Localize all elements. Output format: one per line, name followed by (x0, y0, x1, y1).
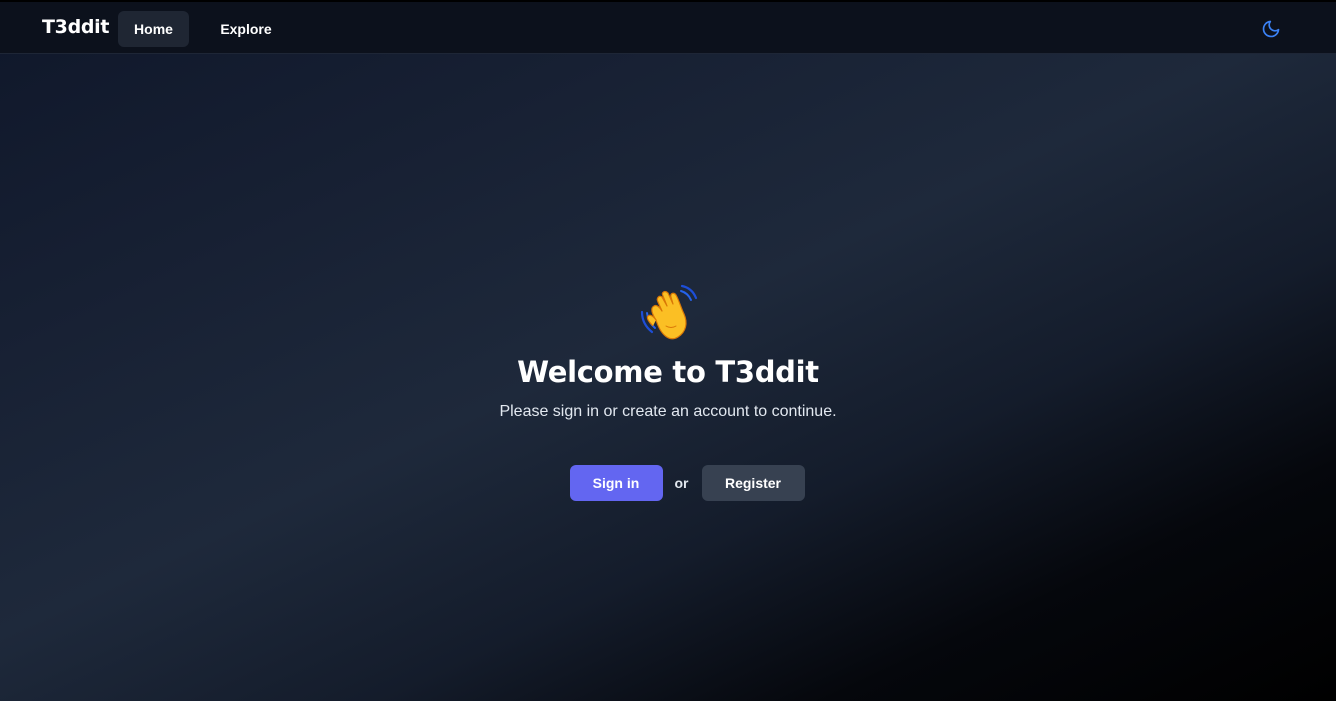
or-separator: or (674, 475, 689, 491)
waving-hand-icon (640, 284, 698, 340)
welcome-section: Welcome to T3ddit Please sign in or crea… (0, 280, 1336, 421)
nav-item-home[interactable]: Home (118, 11, 189, 47)
page-subtitle: Please sign in or create an account to c… (499, 403, 837, 420)
page-title: Welcome to T3ddit (517, 355, 819, 389)
sign-in-button[interactable]: Sign in (569, 465, 663, 501)
theme-toggle-button[interactable] (1260, 18, 1282, 40)
auth-actions: Sign in or Register (0, 465, 1336, 501)
brand-logo[interactable]: T3ddit (42, 16, 109, 38)
register-button[interactable]: Register (701, 465, 805, 501)
top-navbar: T3ddit Home Explore (0, 0, 1336, 54)
moon-icon (1262, 20, 1280, 38)
nav-item-explore[interactable]: Explore (205, 11, 287, 47)
